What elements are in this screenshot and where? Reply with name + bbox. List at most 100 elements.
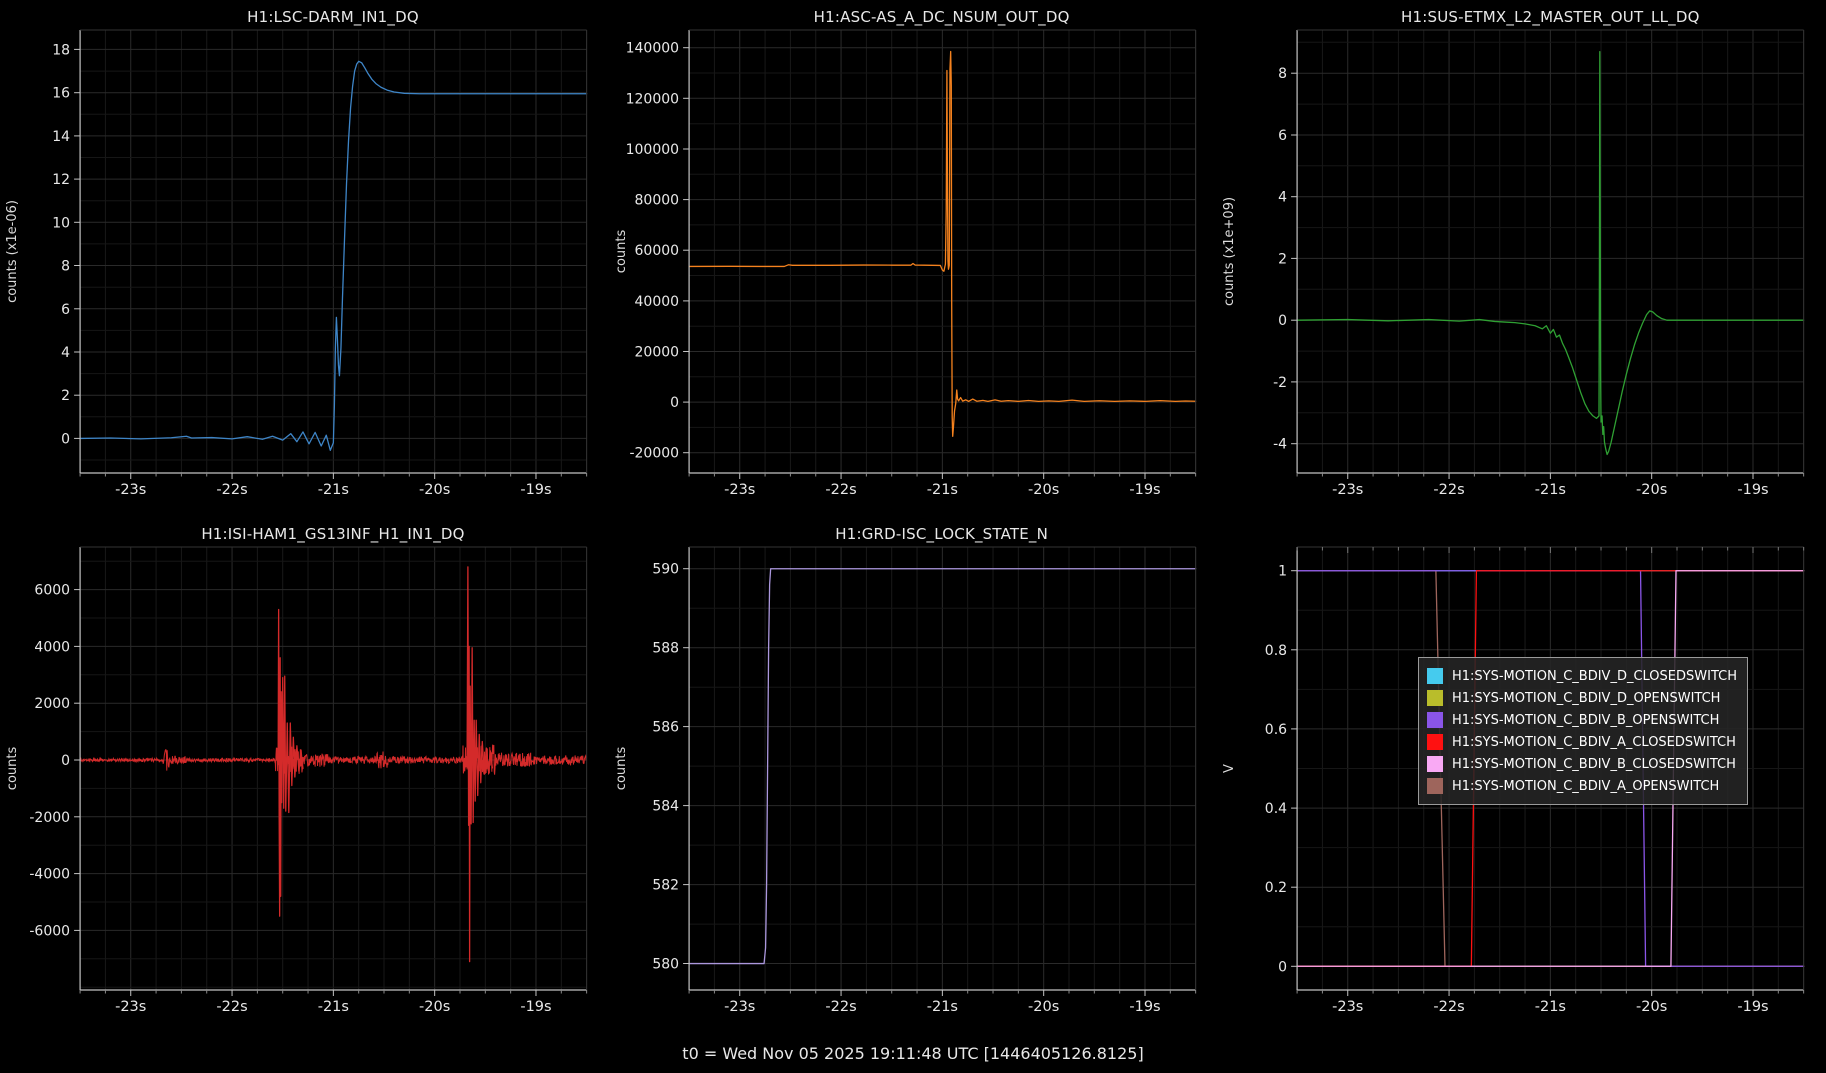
legend-entry: H1:SYS-MOTION_C_BDIV_A_CLOSEDSWITCH bbox=[1427, 731, 1737, 753]
svg-text:-23s: -23s bbox=[1332, 999, 1363, 1015]
legend-entry-label: H1:SYS-MOTION_C_BDIV_A_OPENSWITCH bbox=[1452, 779, 1719, 794]
legend-swatch bbox=[1427, 690, 1443, 706]
svg-text:-23s: -23s bbox=[115, 999, 146, 1015]
svg-text:counts (x1e-06): counts (x1e-06) bbox=[5, 200, 20, 303]
legend-entry-label: H1:SYS-MOTION_C_BDIV_B_CLOSEDSWITCH bbox=[1452, 757, 1736, 772]
svg-text:-21s: -21s bbox=[926, 999, 957, 1015]
svg-text:2: 2 bbox=[61, 388, 70, 404]
svg-text:40000: 40000 bbox=[634, 294, 679, 310]
panel-sys-motion: -23s-22s-21s-20s-19s00.20.40.60.81V H1:S… bbox=[1217, 517, 1826, 1034]
svg-text:4: 4 bbox=[1278, 190, 1287, 206]
svg-text:-19s: -19s bbox=[520, 999, 551, 1015]
svg-text:586: 586 bbox=[652, 720, 679, 736]
svg-text:-22s: -22s bbox=[216, 482, 247, 498]
legend-entry-label: H1:SYS-MOTION_C_BDIV_A_CLOSEDSWITCH bbox=[1452, 735, 1736, 750]
legend-swatch bbox=[1427, 778, 1443, 794]
svg-text:0: 0 bbox=[61, 753, 70, 769]
svg-text:584: 584 bbox=[652, 799, 679, 815]
svg-text:-23s: -23s bbox=[724, 482, 755, 498]
svg-text:0: 0 bbox=[1278, 313, 1287, 329]
svg-text:counts: counts bbox=[614, 747, 629, 791]
svg-text:-21s: -21s bbox=[318, 999, 349, 1015]
svg-text:8: 8 bbox=[61, 259, 70, 275]
svg-text:140000: 140000 bbox=[625, 41, 678, 57]
svg-text:-4: -4 bbox=[1273, 437, 1287, 453]
svg-text:16: 16 bbox=[52, 86, 70, 102]
legend-entry: H1:SYS-MOTION_C_BDIV_A_OPENSWITCH bbox=[1427, 775, 1737, 797]
panel-lsc-darm: H1:LSC-DARM_IN1_DQ -23s-22s-21s-20s-19s0… bbox=[0, 0, 609, 517]
legend-entry-label: H1:SYS-MOTION_C_BDIV_D_CLOSEDSWITCH bbox=[1452, 669, 1737, 684]
svg-text:-22s: -22s bbox=[825, 482, 856, 498]
svg-text:1: 1 bbox=[1278, 564, 1287, 580]
svg-text:20000: 20000 bbox=[634, 345, 679, 361]
asc-as-plot[interactable]: -23s -22s -21s -20s -19s -20000 0 20000 40000 600… bbox=[609, 0, 1218, 517]
legend: H1:SYS-MOTION_C_BDIV_D_CLOSEDSWITCH H1:SY… bbox=[1418, 657, 1748, 805]
svg-text:-20000: -20000 bbox=[629, 446, 679, 462]
svg-text:-19s: -19s bbox=[1129, 482, 1160, 498]
svg-text:60000: 60000 bbox=[634, 243, 679, 259]
svg-text:0: 0 bbox=[61, 431, 70, 447]
grd-isc-plot[interactable]: -23s -22s -21s -20s -19s 580 582 584 586 588 590 co… bbox=[609, 517, 1218, 1034]
svg-text:580: 580 bbox=[652, 957, 679, 973]
legend-swatch bbox=[1427, 756, 1443, 772]
svg-text:4: 4 bbox=[61, 345, 70, 361]
svg-text:0.6: 0.6 bbox=[1265, 722, 1287, 738]
svg-text:4000: 4000 bbox=[34, 639, 70, 655]
svg-text:-19s: -19s bbox=[1129, 999, 1160, 1015]
svg-text:-23s: -23s bbox=[724, 999, 755, 1015]
svg-text:8: 8 bbox=[1278, 66, 1287, 82]
legend-entry: H1:SYS-MOTION_C_BDIV_D_OPENSWITCH bbox=[1427, 687, 1737, 709]
svg-text:0: 0 bbox=[670, 395, 679, 411]
lsc-darm-plot[interactable]: -23s-22s-21s-20s-19s024681012141618count… bbox=[0, 0, 609, 517]
svg-text:2000: 2000 bbox=[34, 696, 70, 712]
svg-text:-20s: -20s bbox=[1028, 999, 1059, 1015]
svg-text:counts (x1e+09): counts (x1e+09) bbox=[1222, 197, 1237, 306]
svg-text:-21s: -21s bbox=[318, 482, 349, 498]
panel-isi-ham1: H1:ISI-HAM1_GS13INF_H1_IN1_DQ -23s-22s-2… bbox=[0, 517, 609, 1034]
svg-text:-23s: -23s bbox=[1332, 482, 1363, 498]
svg-text:-19s: -19s bbox=[1738, 999, 1769, 1015]
legend-entry-label: H1:SYS-MOTION_C_BDIV_D_OPENSWITCH bbox=[1452, 691, 1720, 706]
svg-text:-21s: -21s bbox=[1535, 999, 1566, 1015]
svg-text:582: 582 bbox=[652, 878, 679, 894]
legend-swatch bbox=[1427, 734, 1443, 750]
isi-ham1-plot[interactable]: -23s-22s-21s-20s-19s-6000-4000-200002000… bbox=[0, 517, 609, 1034]
svg-text:18: 18 bbox=[52, 42, 70, 58]
t0-timestamp-label: t0 = Wed Nov 05 2025 19:11:48 UTC [14464… bbox=[0, 1034, 1826, 1073]
svg-text:-22s: -22s bbox=[1434, 482, 1465, 498]
svg-text:590: 590 bbox=[652, 562, 679, 578]
svg-text:V: V bbox=[1222, 764, 1237, 773]
sus-etmx-plot[interactable]: -23s-22s-21s-20s-19s-4-202468counts (x1e… bbox=[1217, 0, 1826, 517]
legend-entry: H1:SYS-MOTION_C_BDIV_B_CLOSEDSWITCH bbox=[1427, 753, 1737, 775]
panel-sus-etmx: H1:SUS-ETMX_L2_MASTER_OUT_LL_DQ -23s-22s… bbox=[1217, 0, 1826, 517]
legend-swatch bbox=[1427, 668, 1443, 684]
svg-text:-20s: -20s bbox=[419, 482, 450, 498]
svg-text:-20s: -20s bbox=[1636, 999, 1667, 1015]
svg-text:588: 588 bbox=[652, 641, 679, 657]
legend-entry: H1:SYS-MOTION_C_BDIV_D_CLOSEDSWITCH bbox=[1427, 665, 1737, 687]
svg-text:-21s: -21s bbox=[1535, 482, 1566, 498]
svg-text:2: 2 bbox=[1278, 251, 1287, 267]
svg-text:100000: 100000 bbox=[625, 142, 678, 158]
svg-text:-2000: -2000 bbox=[29, 810, 70, 826]
legend-swatch bbox=[1427, 712, 1443, 728]
svg-text:-22s: -22s bbox=[216, 999, 247, 1015]
svg-text:0.4: 0.4 bbox=[1265, 801, 1287, 817]
plot-grid: H1:LSC-DARM_IN1_DQ -23s-22s-21s-20s-19s0… bbox=[0, 0, 1826, 1034]
svg-text:-6000: -6000 bbox=[29, 923, 70, 939]
svg-text:0.8: 0.8 bbox=[1265, 643, 1287, 659]
svg-text:-23s: -23s bbox=[115, 482, 146, 498]
svg-text:-21s: -21s bbox=[926, 482, 957, 498]
svg-text:-22s: -22s bbox=[825, 999, 856, 1015]
svg-text:0: 0 bbox=[1278, 959, 1287, 975]
svg-text:-20s: -20s bbox=[1028, 482, 1059, 498]
panel-grd-isc: H1:GRD-ISC_LOCK_STATE_N -23s-22s-21s-20s… bbox=[609, 517, 1218, 1034]
svg-text:80000: 80000 bbox=[634, 193, 679, 209]
svg-text:-19s: -19s bbox=[520, 482, 551, 498]
svg-text:6: 6 bbox=[1278, 128, 1287, 144]
svg-text:-4000: -4000 bbox=[29, 867, 70, 883]
svg-text:10: 10 bbox=[52, 215, 70, 231]
svg-text:-20s: -20s bbox=[1636, 482, 1667, 498]
svg-text:-2: -2 bbox=[1273, 375, 1287, 391]
svg-text:12: 12 bbox=[52, 172, 70, 188]
